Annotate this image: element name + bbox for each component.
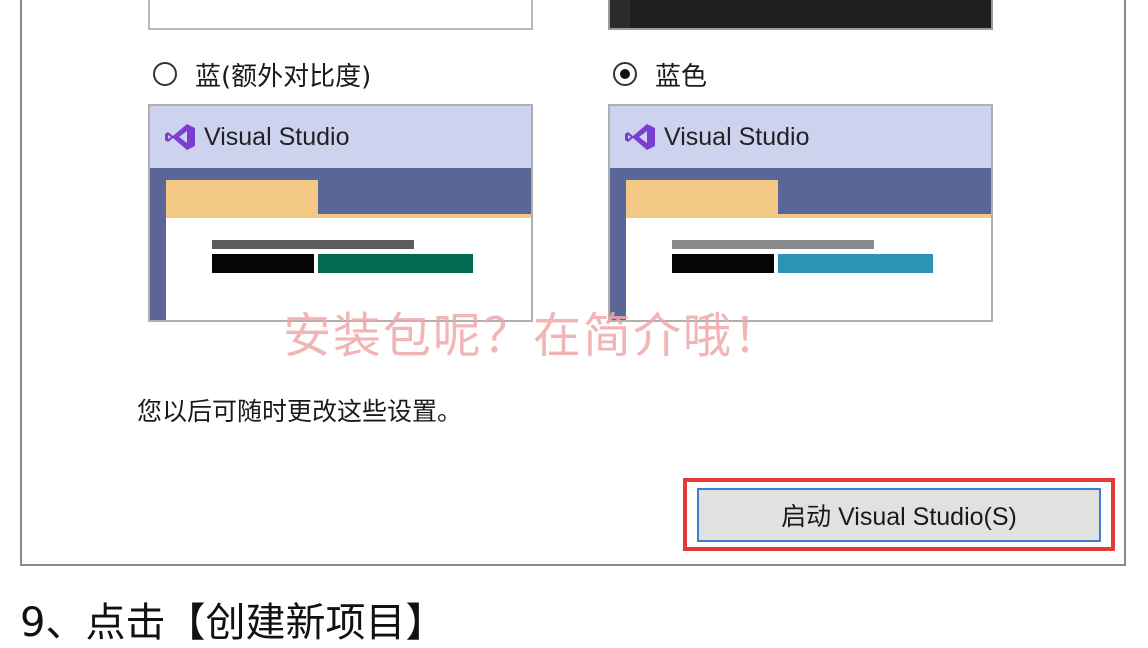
theme-label-blue-extra-contrast: 蓝(额外对比度)	[195, 61, 372, 92]
visual-studio-logo-icon	[165, 124, 195, 150]
launch-visual-studio-button[interactable]: 启动 Visual Studio(S)	[697, 488, 1101, 542]
radio-blue[interactable]	[613, 62, 637, 86]
preview-tab-underline	[166, 214, 531, 218]
theme-preview-blue-extra-contrast[interactable]: Visual Studio	[148, 104, 533, 322]
step-caption: 9、点击【创建新项目】	[20, 600, 446, 646]
preview-text-bar-black	[212, 254, 314, 273]
preview-text-bar-accent	[778, 254, 933, 273]
theme-option-blue[interactable]: 蓝色	[613, 54, 707, 94]
preview-text-bar-black	[672, 254, 774, 273]
preview-titlebar: Visual Studio	[150, 106, 531, 168]
preview-app-title: Visual Studio	[664, 122, 810, 151]
preview-tab-underline	[626, 214, 991, 218]
preview-text-bar-grey	[212, 240, 414, 249]
preview-text-bar-accent	[318, 254, 473, 273]
radio-blue-extra-contrast[interactable]	[153, 62, 177, 86]
preview-titlebar: Visual Studio	[610, 106, 991, 168]
preview-active-tab	[626, 180, 778, 218]
theme-preview-light-partial[interactable]	[148, 0, 533, 30]
preview-active-tab	[166, 180, 318, 218]
watermark-text: 安装包呢？在简介哦！	[283, 308, 784, 364]
preview-sidebar	[150, 218, 166, 320]
settings-note: 您以后可随时更改这些设置。	[137, 397, 463, 426]
dark-preview-sidebar	[610, 0, 630, 28]
theme-label-blue: 蓝色	[655, 61, 708, 92]
visual-studio-logo-icon	[625, 124, 655, 150]
theme-preview-blue[interactable]: Visual Studio	[608, 104, 993, 322]
theme-preview-dark-partial[interactable]	[608, 0, 993, 30]
preview-text-bar-grey	[672, 240, 874, 249]
theme-option-blue-extra-contrast[interactable]: 蓝(额外对比度)	[153, 54, 371, 94]
preview-app-title: Visual Studio	[204, 122, 350, 151]
